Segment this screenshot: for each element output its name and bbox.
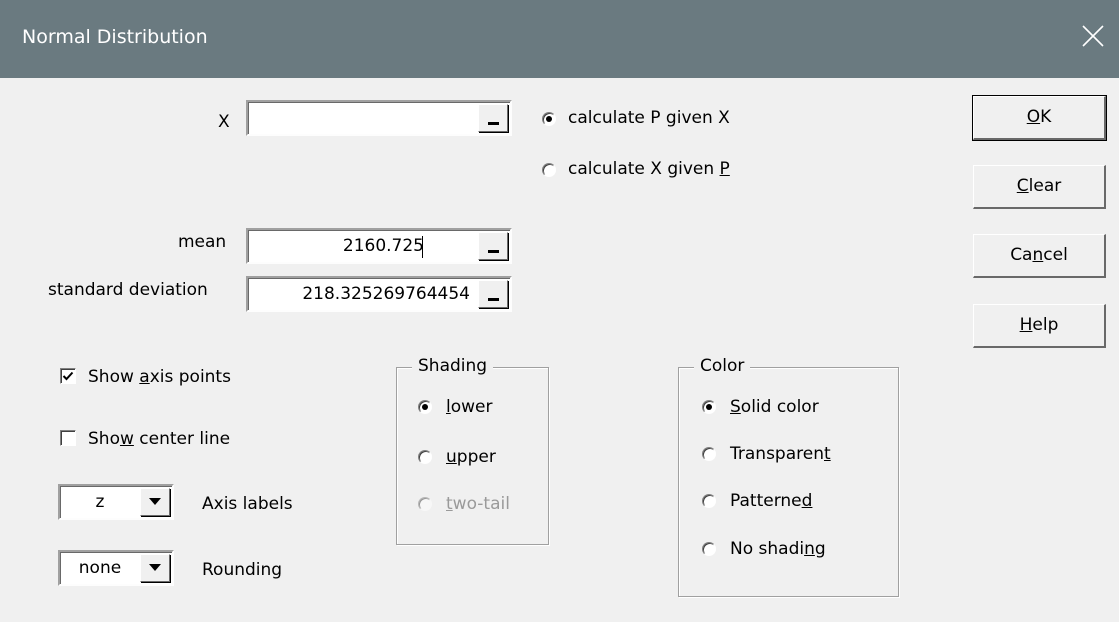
color-solid-radio[interactable] [702,400,716,414]
close-icon[interactable] [1079,22,1107,50]
calc-x-given-p-radio[interactable] [542,163,556,177]
color-group-title: Color [694,356,751,376]
ok-button[interactable]: OK [972,95,1107,141]
color-patterned-label: Patterned [730,491,813,511]
rounding-value: none [78,558,122,578]
checkmark-icon [62,371,74,381]
rounding-dropdown-button[interactable] [140,554,170,582]
axis-labels-label: Axis labels [202,494,293,514]
axis-labels-dropdown-button[interactable] [140,488,170,516]
shading-lower-label: lower [446,397,493,417]
x-label: X [218,112,230,132]
mean-input[interactable]: 2160.725 [246,228,512,264]
window-title: Normal Distribution [22,26,208,48]
shading-group-title: Shading [412,356,494,376]
std-dev-picker-button[interactable] [478,280,508,308]
color-no-shading-label: No shading [730,539,826,559]
picker-icon [488,122,499,125]
x-picker-button[interactable] [478,104,508,132]
calc-x-given-p-label: calculate X given P [568,159,730,179]
calc-p-given-x-radio[interactable] [542,112,556,126]
text-caret [422,236,423,258]
mean-label: mean [178,232,227,252]
title-bar: Normal Distribution [0,0,1119,78]
axis-labels-value: z [95,492,105,512]
shading-upper-radio[interactable] [418,450,432,464]
chevron-down-icon [149,564,161,571]
std-dev-label: standard deviation [48,280,208,300]
shading-two-tail-label: two-tail [446,494,510,514]
show-center-line-label: Show center line [88,429,231,449]
mean-value: 2160.725 [342,236,424,256]
chevron-down-icon [149,498,161,505]
mean-picker-button[interactable] [478,232,508,260]
color-transparent-radio[interactable] [702,447,716,461]
show-center-line-checkbox[interactable] [60,430,76,446]
shading-two-tail-radio [418,497,432,511]
shading-lower-radio[interactable] [418,400,432,414]
color-solid-label: Solid color [730,397,819,417]
picker-icon [488,298,499,301]
std-dev-input[interactable]: 218.325269764454 [246,276,512,312]
std-dev-value: 218.325269764454 [302,284,470,304]
show-axis-points-checkbox[interactable] [60,368,76,384]
clear-button[interactable]: Clear [973,165,1106,209]
calc-p-given-x-label: calculate P given X [568,108,730,128]
rounding-select[interactable]: none [58,550,174,586]
color-transparent-label: Transparent [730,444,831,464]
rounding-label: Rounding [202,560,283,580]
color-no-shading-radio[interactable] [702,542,716,556]
color-patterned-radio[interactable] [702,494,716,508]
normal-distribution-dialog: Normal Distribution X calculate P given … [0,0,1119,622]
picker-icon [488,250,499,253]
x-input[interactable] [246,100,512,136]
shading-upper-label: upper [446,447,496,467]
cancel-button[interactable]: Cancel [973,234,1106,278]
show-axis-points-label: Show axis points [88,367,231,387]
axis-labels-select[interactable]: z [58,484,174,520]
help-button[interactable]: Help [973,304,1106,348]
